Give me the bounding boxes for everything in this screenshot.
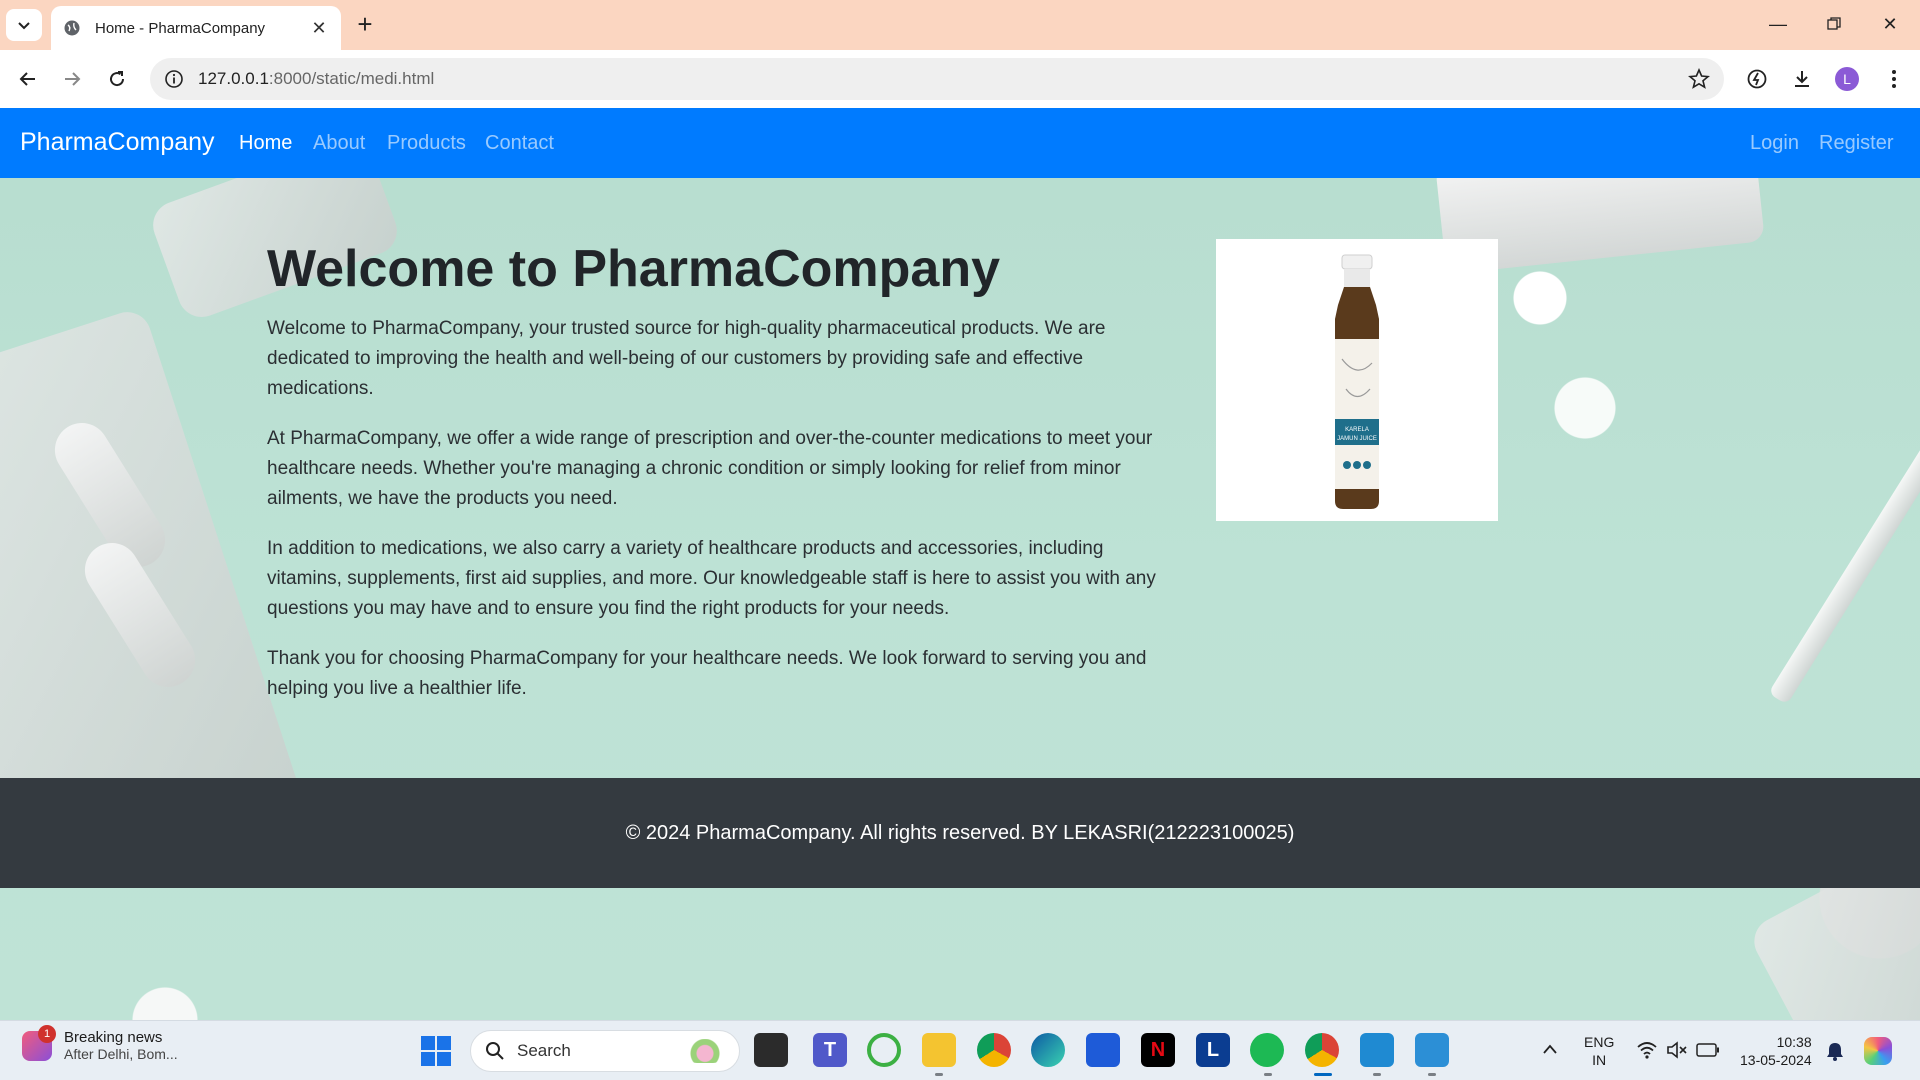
nav-link-contact[interactable]: Contact — [485, 132, 554, 155]
browser-tab-bar: Home - PharmaCompany ✕ + — ✕ — [0, 0, 1920, 50]
close-tab-icon[interactable]: ✕ — [309, 18, 329, 39]
forward-button[interactable] — [56, 63, 88, 95]
minimize-button[interactable]: — — [1750, 8, 1806, 40]
clock-date: 13-05-2024 — [1740, 1052, 1812, 1068]
thank-you-paragraph: Thank you for choosing PharmaCompany for… — [267, 648, 1147, 699]
language-indicator[interactable]: ENG IN — [1584, 1033, 1614, 1069]
url-text: 127.0.0.1:8000/static/medi.html — [198, 69, 434, 89]
brand-logo[interactable]: PharmaCompany — [20, 128, 215, 157]
wifi-icon[interactable] — [1636, 1041, 1658, 1059]
site-footer: © 2024 PharmaCompany. All rights reserve… — [0, 778, 1920, 888]
nav-link-about[interactable]: About — [313, 132, 365, 155]
clock[interactable]: 10:38 13-05-2024 — [1740, 1033, 1812, 1069]
profile-avatar[interactable]: L — [1835, 67, 1859, 91]
reload-icon — [110, 71, 125, 87]
file-explorer-icon[interactable] — [922, 1033, 956, 1067]
teams-icon[interactable]: T — [813, 1033, 847, 1067]
os-taskbar: 1 Breaking news After Delhi, Bom... Sear… — [0, 1020, 1920, 1080]
l-app-icon[interactable]: L — [1196, 1033, 1230, 1067]
address-bar[interactable]: 127.0.0.1:8000/static/medi.html — [150, 58, 1724, 100]
taskbar-search[interactable]: Search — [470, 1030, 740, 1072]
app-active-indicator — [1314, 1073, 1332, 1076]
chevron-up-icon[interactable] — [1542, 1043, 1558, 1055]
notepad-icon[interactable] — [1415, 1033, 1449, 1067]
more-vertical-icon — [1892, 70, 1896, 88]
products-paragraph: At PharmaCompany, we offer a wide range … — [267, 428, 1153, 509]
battery-icon[interactable] — [1696, 1043, 1720, 1057]
site-info-icon[interactable] — [164, 69, 184, 89]
download-icon — [1795, 71, 1809, 87]
speedometer-icon — [1747, 69, 1767, 89]
accessories-paragraph: In addition to medications, we also carr… — [267, 538, 1156, 619]
netflix-icon[interactable]: N — [1141, 1033, 1175, 1067]
browser-toolbar: 127.0.0.1:8000/static/medi.html — [0, 50, 1920, 108]
site-navbar: PharmaCompany Home About Products Contac… — [0, 108, 1920, 178]
lotus-icon — [685, 1039, 725, 1063]
app-running-indicator — [935, 1073, 943, 1076]
app-running-indicator — [1264, 1073, 1272, 1076]
windows-start-icon[interactable] — [420, 1035, 452, 1067]
new-tab-button[interactable]: + — [350, 10, 380, 40]
edge-icon[interactable] — [1031, 1033, 1065, 1067]
tab-title: Home - PharmaCompany — [95, 19, 266, 37]
main-content: Welcome to PharmaCompany Welcome to Phar… — [267, 238, 1167, 724]
news-title: Breaking news — [64, 1029, 163, 1046]
clock-time: 10:38 — [1776, 1034, 1812, 1050]
svg-text:KARELA: KARELA — [1345, 427, 1369, 433]
back-button[interactable] — [12, 63, 44, 95]
close-window-button[interactable]: ✕ — [1862, 8, 1918, 40]
task-view-icon[interactable] — [754, 1033, 788, 1067]
bookmark-star-icon[interactable] — [1688, 68, 1710, 90]
volume-muted-icon[interactable] — [1666, 1041, 1688, 1059]
news-subtitle: After Delhi, Bom... — [64, 1046, 178, 1062]
syringe-decoration — [1768, 413, 1920, 705]
news-badge: 1 — [38, 1024, 56, 1043]
restore-icon — [1827, 17, 1841, 30]
intro-paragraph: Welcome to PharmaCompany, your trusted s… — [267, 318, 1106, 399]
page-title: Welcome to PharmaCompany — [267, 240, 1001, 298]
chrome-icon[interactable] — [977, 1033, 1011, 1067]
url-path: :8000/static/medi.html — [268, 69, 435, 88]
language-code: ENG — [1584, 1034, 1615, 1050]
footer-copyright: © 2024 PharmaCompany. All rights reserve… — [625, 821, 1295, 844]
search-icon — [486, 1042, 504, 1060]
app-running-indicator — [1428, 1073, 1436, 1076]
downloads-button[interactable] — [1788, 65, 1816, 93]
chevron-down-icon — [18, 22, 30, 30]
nav-link-register[interactable]: Register — [1819, 132, 1893, 155]
arrow-right-icon — [65, 72, 81, 86]
tab-search-button[interactable] — [6, 9, 42, 41]
search-placeholder: Search — [517, 1041, 571, 1060]
chrome-profile-icon[interactable] — [1305, 1033, 1339, 1067]
restore-button[interactable] — [1806, 8, 1862, 40]
notification-bell-icon[interactable] — [1826, 1041, 1844, 1061]
copilot-icon[interactable] — [1864, 1037, 1892, 1065]
nav-link-products[interactable]: Products — [387, 132, 466, 155]
app-running-indicator — [1373, 1073, 1381, 1076]
globe-icon — [64, 20, 80, 36]
page-viewport: PharmaCompany Home About Products Contac… — [0, 108, 1920, 1020]
news-widget[interactable]: 1 Breaking news After Delhi, Bom... — [22, 1024, 178, 1062]
performance-button[interactable] — [1743, 65, 1771, 93]
news-icon: 1 — [22, 1024, 56, 1061]
reload-button[interactable] — [101, 63, 133, 95]
nav-link-login[interactable]: Login — [1750, 132, 1799, 155]
url-host: 127.0.0.1 — [198, 69, 269, 88]
region-code: IN — [1592, 1052, 1607, 1068]
browser-menu-button[interactable] — [1880, 65, 1908, 93]
arrow-left-icon — [19, 72, 35, 86]
nav-link-home[interactable]: Home — [239, 132, 292, 155]
sync-app-icon[interactable] — [867, 1033, 901, 1067]
spotify-icon[interactable] — [1250, 1033, 1284, 1067]
browser-tab[interactable]: Home - PharmaCompany ✕ — [51, 6, 341, 50]
vscode-icon[interactable] — [1360, 1033, 1394, 1067]
store-icon[interactable] — [1086, 1033, 1120, 1067]
product-image: KARELA JAMUN JUICE — [1216, 239, 1498, 521]
juice-bottle-image: KARELA JAMUN JUICE — [1335, 254, 1379, 509]
svg-text:JAMUN JUICE: JAMUN JUICE — [1337, 436, 1377, 442]
